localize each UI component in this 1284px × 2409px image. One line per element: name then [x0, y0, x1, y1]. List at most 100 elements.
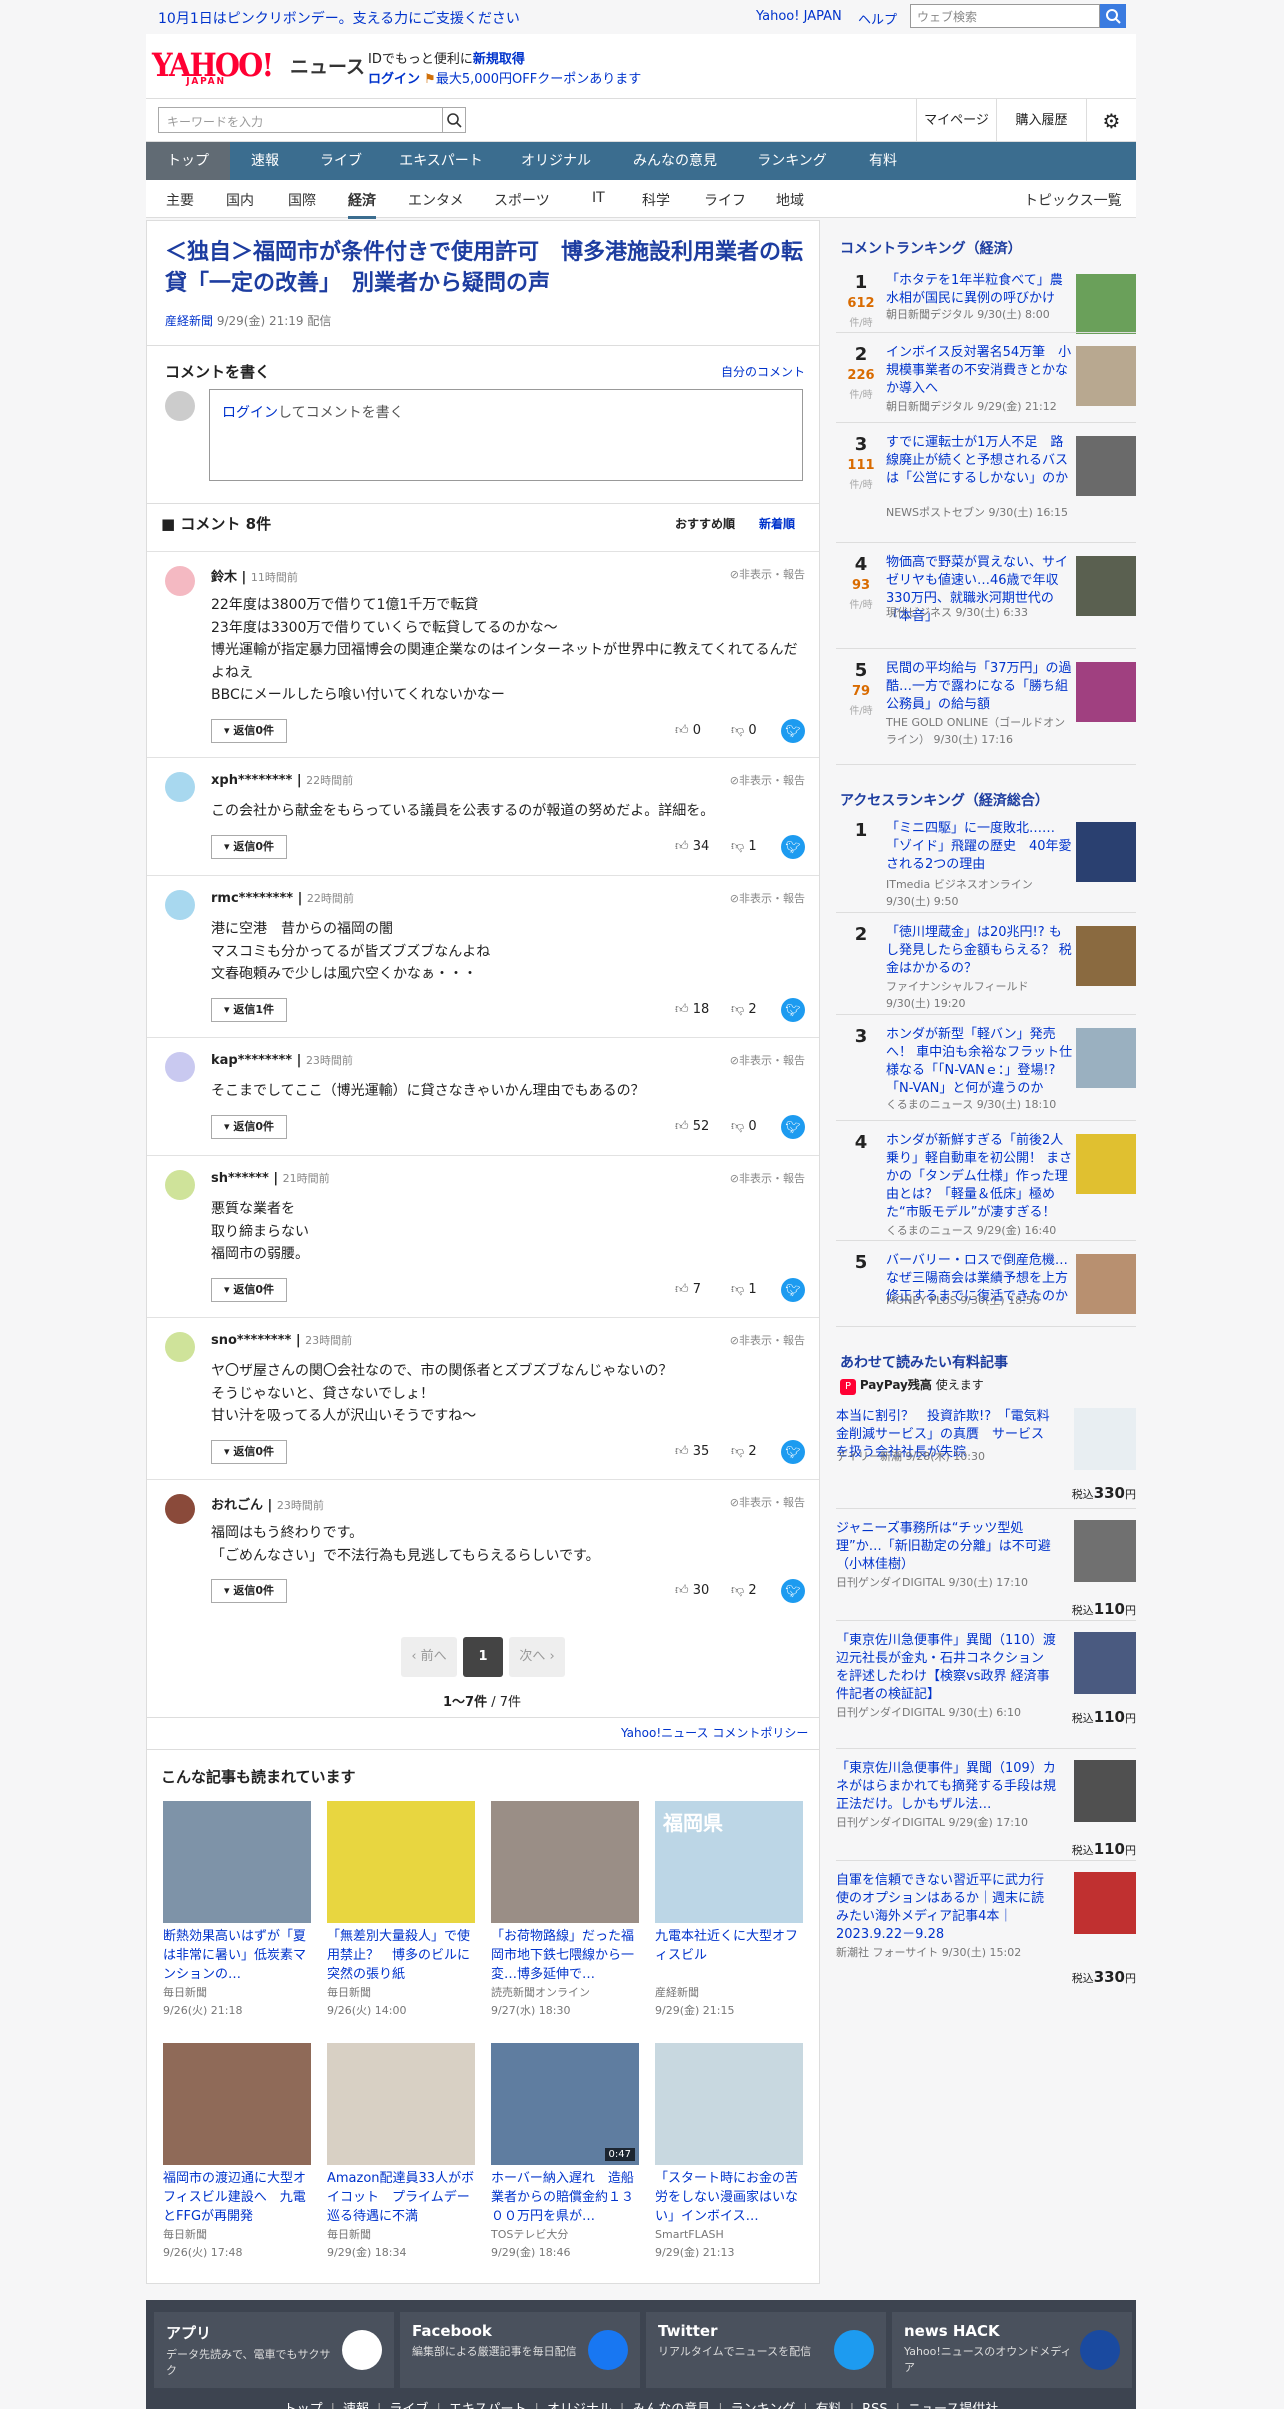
- paid-article-item[interactable]: 「東京佐川急便事件」異聞（109）カネがはらまかれても摘発する手段は規正法だけ。…: [836, 1760, 1136, 1860]
- access-ranking-item[interactable]: 4 ホンダが新鮮すぎる「前後2人乗り」軽自動車を初公開！ まさかの「タンデム仕様」…: [836, 1132, 1136, 1237]
- disagree-button[interactable]: 👎︎ 2: [731, 1583, 757, 1598]
- twitter-share-button[interactable]: 🐦︎: [781, 1579, 805, 1603]
- access-ranking-item[interactable]: 5 バーバリー・ロスで倒産危機…なぜ三陽商会は業績予想を上方修正するまでに復活でき…: [836, 1252, 1136, 1342]
- access-ranking-item[interactable]: 2 「徳川埋蔵金」は20兆円!? もし発見したら金額もらえる？ 税金はかかるの？ フ…: [836, 924, 1136, 1014]
- twitter-share-button[interactable]: 🐦︎: [781, 1277, 805, 1302]
- footer-nav-item[interactable]: 有料: [816, 2402, 842, 2409]
- twitter-share-button[interactable]: 🐦︎: [781, 1439, 805, 1464]
- hide-report-link[interactable]: ⊘非表示・報告: [730, 1170, 805, 1186]
- comment-ranking-item[interactable]: 4 93 件/時 物価高で野菜が買えない、サイゼリヤも値速い…46歳で年収330万円、…: [836, 554, 1136, 634]
- paid-article-item[interactable]: 「東京佐川急便事件」異聞（110）渡辺元社長が金丸・石井コネクションを評述したわ…: [836, 1632, 1136, 1732]
- my-comments-link[interactable]: 自分のコメント: [721, 363, 805, 380]
- snav-local[interactable]: 地域: [776, 190, 804, 210]
- footer-facebook-box[interactable]: Facebook 編集部による厳選記事を毎日配信: [400, 2312, 640, 2388]
- footer-twitter-box[interactable]: Twitter リアルタイムでニュースを配信: [646, 2312, 886, 2388]
- gnav-original[interactable]: オリジナル: [500, 142, 612, 180]
- pager-page-1[interactable]: 1: [463, 1637, 503, 1677]
- snav-it[interactable]: IT: [592, 190, 605, 206]
- sort-newest[interactable]: 新着順: [759, 515, 795, 532]
- twitter-share-button[interactable]: 🐦︎: [781, 718, 805, 743]
- yahoo-japan-link[interactable]: Yahoo! JAPAN: [756, 9, 842, 24]
- coupon-link[interactable]: 最大5,000円OFFクーポンあります: [436, 72, 641, 87]
- news-wordmark[interactable]: ニュース: [290, 52, 365, 79]
- article-title[interactable]: ＜独自＞福岡市が条件付きで使用許可 博多港施設利用業者の転貸「一定の改善」 別業…: [165, 237, 805, 299]
- recommend-card[interactable]: 「お荷物路線」だった福岡市地下鉄七隈線から一変…博多延伸で… 読売新聞オンライン 9…: [491, 1801, 639, 2020]
- empathy-button[interactable]: 👍︎ 0: [675, 723, 701, 738]
- snav-sports[interactable]: スポーツ: [494, 190, 550, 210]
- gnav-expert[interactable]: エキスパート: [382, 142, 500, 180]
- commenter-name[interactable]: kap******** | 23時間前: [211, 1052, 353, 1068]
- reply-toggle-button[interactable]: ▾ 返信0件: [211, 1579, 287, 1603]
- comment-ranking-item[interactable]: 2 226 件/時 インボイス反対署名54万筆 小規模事業者の不安消費きとかなか導入へ…: [836, 344, 1136, 424]
- mypage-link[interactable]: マイページ: [916, 99, 996, 143]
- reply-toggle-button[interactable]: ▾ 返信1件: [211, 997, 287, 1022]
- empathy-button[interactable]: 👍︎ 52: [675, 1119, 709, 1134]
- footer-app-box[interactable]: アプリ データ先読みで、電車でもサクサク: [154, 2312, 394, 2388]
- empathy-button[interactable]: 👍︎ 7: [675, 1282, 701, 1297]
- sort-recommended[interactable]: おすすめ順: [675, 515, 735, 532]
- keyword-search-button[interactable]: [442, 107, 466, 133]
- twitter-share-button[interactable]: 🐦︎: [781, 1114, 805, 1139]
- gnav-top[interactable]: トップ: [146, 142, 230, 180]
- footer-nav-item[interactable]: ランキング: [731, 2402, 796, 2409]
- hide-report-link[interactable]: ⊘非表示・報告: [730, 1494, 805, 1510]
- comment-ranking-item[interactable]: 1 612 件/時 「ホタテを1年半粒食べて」農水相が国民に異例の呼びかけ 朝日新聞デジ…: [836, 272, 1136, 352]
- access-ranking-item[interactable]: 3 ホンダが新型「軽バン」発売へ！ 車中泊も余裕なフラット仕様なる「「N-VANｅ…: [836, 1026, 1136, 1116]
- recommend-card[interactable]: 断熱効果高いはずが「夏は非常に暑い」低炭素マンションの… 毎日新聞 9/26(火) …: [163, 1801, 311, 2020]
- twitter-share-button[interactable]: 🐦︎: [781, 997, 805, 1022]
- disagree-button[interactable]: 👎︎ 0: [731, 1119, 757, 1134]
- empathy-button[interactable]: 👍︎ 18: [675, 1002, 709, 1017]
- snav-domestic[interactable]: 国内: [226, 190, 254, 210]
- topics-list-link[interactable]: トピックス一覧: [1024, 190, 1122, 210]
- snav-economy[interactable]: 経済: [348, 190, 376, 219]
- empathy-button[interactable]: 👍︎ 34: [675, 839, 709, 854]
- pink-ribbon-link[interactable]: 10月1日はピンクリボンデー。支える力にご支援ください: [158, 8, 520, 28]
- web-search-button[interactable]: [1100, 4, 1126, 28]
- recommend-card[interactable]: 福岡県 九電本社近くに大型オフィスビル 産経新聞 9/29(金) 21:15: [655, 1801, 803, 2020]
- recommend-card[interactable]: Amazon配達員33人がボイコット プライムデー巡る待遇に不満 毎日新聞 9/29…: [327, 2043, 475, 2262]
- reply-toggle-button[interactable]: ▾ 返信0件: [211, 1277, 287, 1302]
- settings-button[interactable]: ⚙: [1086, 99, 1136, 143]
- snav-science[interactable]: 科学: [642, 190, 670, 210]
- reply-toggle-button[interactable]: ▾ 返信0件: [211, 1114, 287, 1139]
- footer-nav-item[interactable]: ライブ: [389, 2402, 428, 2409]
- keyword-search-input[interactable]: キーワードを入力: [158, 107, 454, 133]
- web-search-input[interactable]: ウェブ検索: [910, 4, 1100, 28]
- footer-nav-item[interactable]: RSS: [862, 2402, 888, 2409]
- snav-entertainment[interactable]: エンタメ: [408, 190, 464, 210]
- footer-nav-item[interactable]: ニュース提供社: [908, 2402, 998, 2409]
- commenter-name[interactable]: おれごん | 23時間前: [211, 1494, 324, 1513]
- disagree-button[interactable]: 👎︎ 1: [731, 1282, 757, 1297]
- recommend-card[interactable]: 「スタート時にお金の苦労をしない漫画家はいない」インボイス… SmartFLASH…: [655, 2043, 803, 2262]
- signup-link[interactable]: 新規取得: [473, 52, 525, 67]
- snav-main[interactable]: 主要: [166, 190, 194, 210]
- commenter-name[interactable]: xph******** | 22時間前: [211, 772, 353, 788]
- empathy-button[interactable]: 👍︎ 30: [675, 1583, 709, 1598]
- comment-policy-link[interactable]: Yahoo!ニュース コメントポリシー: [621, 1724, 808, 1741]
- paid-article-item[interactable]: 自軍を信頼できない習近平に武力行使のオプションはあるか｜週末に読みたい海外メディ…: [836, 1872, 1136, 1986]
- recommend-card[interactable]: 福岡市の渡辺通に大型オフィスビル建設へ 九電とFFGが再開発 毎日新聞 9/26(火…: [163, 2043, 311, 2262]
- gnav-paid[interactable]: 有料: [846, 142, 920, 180]
- paid-article-item[interactable]: 本当に割引？ 投資詐欺!? 「電気料金削減サービス」の真贋 サービスを扱う会社社…: [836, 1408, 1136, 1508]
- pager-next[interactable]: 次へ ›: [509, 1637, 565, 1677]
- commenter-name[interactable]: sh****** | 21時間前: [211, 1170, 330, 1186]
- gnav-live[interactable]: ライブ: [300, 142, 382, 180]
- purchase-history-link[interactable]: 購入履歴: [996, 99, 1086, 143]
- disagree-button[interactable]: 👎︎ 0: [731, 723, 757, 738]
- commenter-name[interactable]: rmc******** | 22時間前: [211, 890, 354, 906]
- hide-report-link[interactable]: ⊘非表示・報告: [730, 772, 805, 788]
- gnav-opinion[interactable]: みんなの意見: [612, 142, 738, 180]
- commenter-name[interactable]: sno******** | 23時間前: [211, 1332, 352, 1348]
- footer-nav-item[interactable]: トップ: [284, 2402, 323, 2409]
- gnav-ranking[interactable]: ランキング: [738, 142, 846, 180]
- pager-prev[interactable]: ‹ 前へ: [401, 1637, 457, 1677]
- recommend-card[interactable]: 0:47 ホーバー納入遅れ 造船業者からの賠償金約１３００万円を県が… TOSテレビ…: [491, 2043, 639, 2262]
- help-link[interactable]: ヘルプ: [858, 9, 897, 28]
- hide-report-link[interactable]: ⊘非表示・報告: [730, 1052, 805, 1068]
- gnav-flash[interactable]: 速報: [230, 142, 300, 180]
- comment-input[interactable]: ログインしてコメントを書く: [209, 389, 803, 481]
- reply-toggle-button[interactable]: ▾ 返信0件: [211, 718, 287, 743]
- reply-toggle-button[interactable]: ▾ 返信0件: [211, 1439, 287, 1464]
- disagree-button[interactable]: 👎︎ 2: [731, 1002, 757, 1017]
- footer-nav-item[interactable]: 速報: [343, 2402, 369, 2409]
